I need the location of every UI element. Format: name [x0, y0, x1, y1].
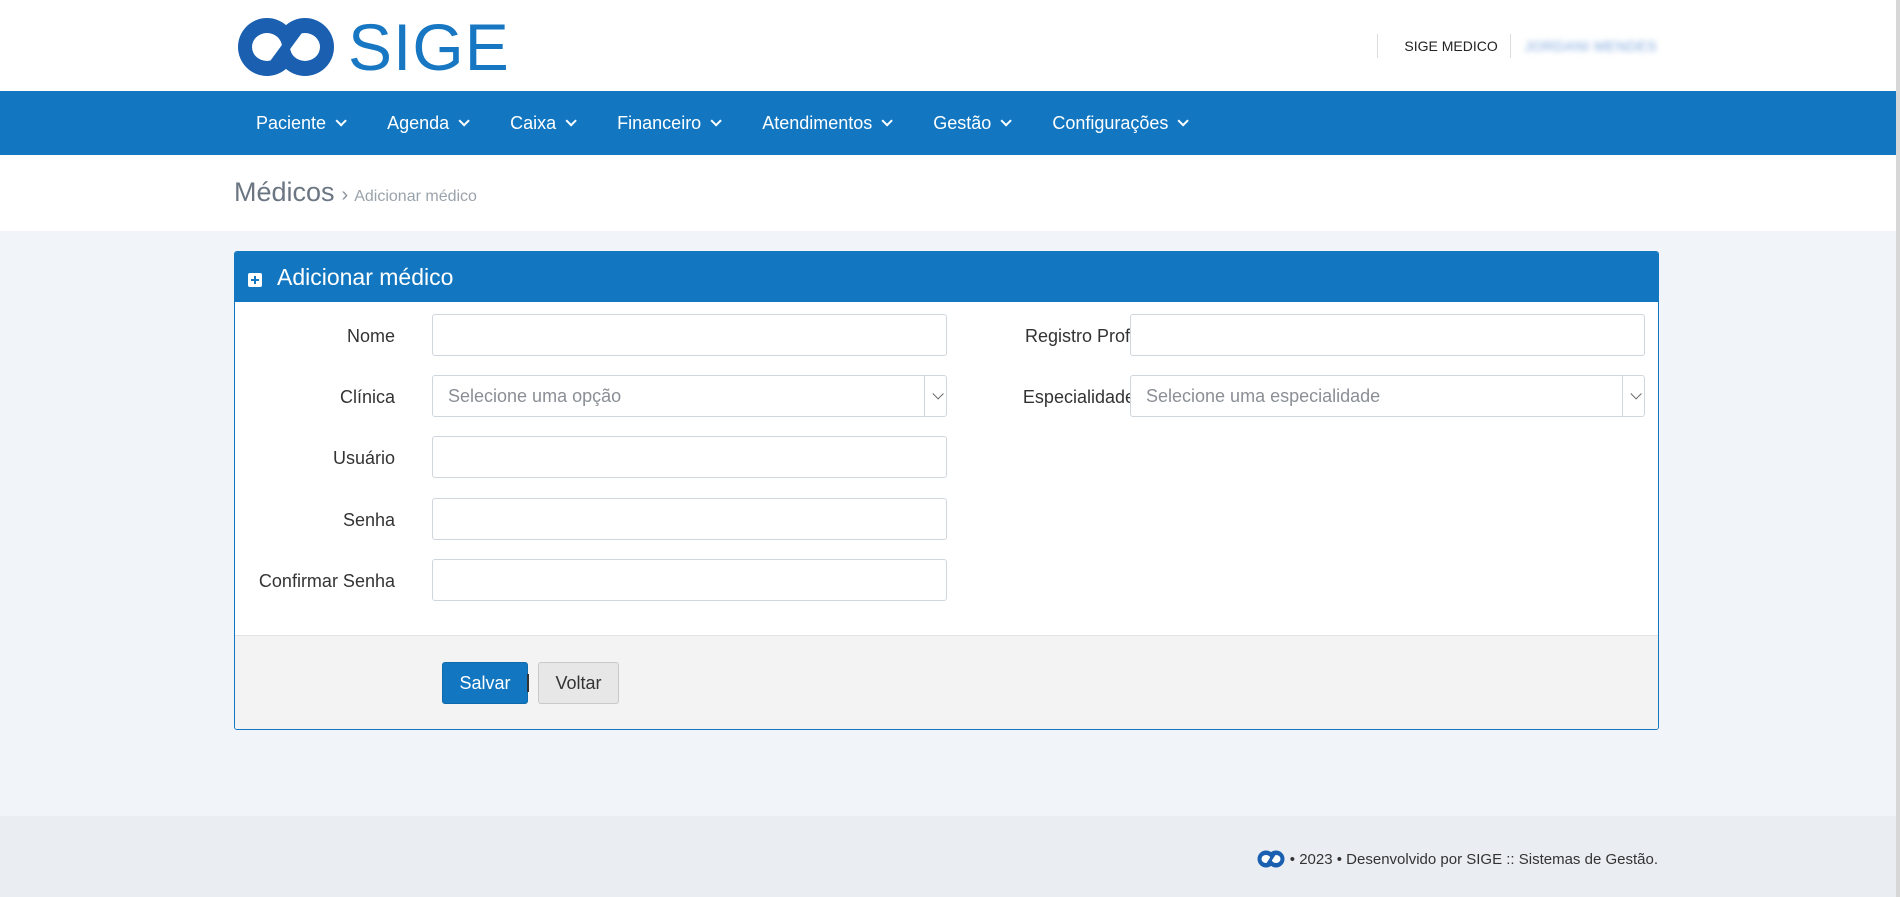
dropdown-toggle[interactable] — [1622, 376, 1644, 416]
sige-small-logo-icon — [1257, 850, 1285, 868]
text-cursor — [527, 674, 529, 692]
nav-item-paciente[interactable]: Paciente — [234, 91, 365, 155]
senha-input[interactable] — [432, 498, 947, 540]
footer-credits: • 2023 • Desenvolvido por SIGE :: Sistem… — [1256, 849, 1658, 869]
especialidade-placeholder: Selecione uma especialidade — [1146, 385, 1381, 406]
chevron-down-icon — [1629, 388, 1642, 400]
nav-item-caixa[interactable]: Caixa — [488, 91, 595, 155]
clinica-label: Clínica — [339, 387, 395, 407]
senha-label: Senha — [342, 510, 395, 530]
window-scrollbar[interactable] — [1896, 0, 1900, 897]
especialidade-label: Especialidade — [1022, 387, 1135, 407]
nav-item-atendimentos[interactable]: Atendimentos — [740, 91, 911, 155]
confirmar-senha-label: Confirmar Senha — [258, 571, 395, 591]
confirmar-senha-input[interactable] — [432, 559, 947, 601]
usuario-input[interactable] — [432, 436, 947, 478]
chevron-down-icon — [1000, 115, 1013, 127]
nav-label: Agenda — [387, 112, 450, 133]
breadcrumb-bar: Médicos › Adicionar médico — [0, 155, 1896, 231]
nav-label: Paciente — [256, 112, 327, 133]
back-button[interactable]: Voltar — [538, 662, 619, 704]
chevron-down-icon — [931, 388, 944, 400]
nome-label: Nome — [346, 326, 395, 346]
sige-logo[interactable]: SIGE — [234, 14, 510, 80]
usuario-label: Usuário — [332, 448, 395, 468]
panel-header: Adicionar médico — [235, 252, 1658, 302]
nav-label: Configurações — [1052, 112, 1169, 133]
clinica-select[interactable]: Selecione uma opção — [432, 375, 947, 417]
breadcrumb-separator-icon: › — [341, 184, 349, 206]
nav-label: Gestão — [933, 112, 992, 133]
company-name[interactable]: SIGE MEDICO — [1378, 38, 1509, 54]
user-name[interactable]: JORDANI MENDES — [1511, 38, 1657, 54]
nav-item-agenda[interactable]: Agenda — [365, 91, 488, 155]
chevron-down-icon — [335, 115, 347, 127]
sige-logo-icon — [238, 18, 334, 76]
nav-items: Paciente Agenda Caixa Financeiro Atendim… — [234, 91, 1207, 155]
chevron-down-icon — [565, 115, 577, 127]
page: SIGE SIGE MEDICO JORDANI MENDES Paciente… — [0, 0, 1896, 897]
panel-body: Nome Clínica Selecione uma opção Usuário… — [235, 302, 1658, 635]
main-navbar: Paciente Agenda Caixa Financeiro Atendim… — [0, 91, 1896, 155]
chevron-down-icon — [881, 115, 894, 127]
page-title[interactable]: Médicos — [234, 177, 335, 208]
chevron-down-icon — [710, 115, 722, 127]
panel-title: Adicionar médico — [277, 263, 454, 290]
top-header: SIGE SIGE MEDICO JORDANI MENDES — [0, 0, 1896, 91]
nome-input[interactable] — [432, 314, 947, 356]
nav-item-gestao[interactable]: Gestão — [911, 91, 1030, 155]
nav-item-configuracoes[interactable]: Configurações — [1030, 91, 1207, 155]
nav-item-financeiro[interactable]: Financeiro — [595, 91, 740, 155]
add-doctor-panel: Adicionar médico Nome Clínica Selecione … — [234, 251, 1659, 730]
save-button[interactable]: Salvar — [442, 662, 528, 704]
plus-square-icon — [248, 273, 262, 287]
breadcrumb: Médicos › Adicionar médico — [234, 177, 477, 208]
clinica-placeholder: Selecione uma opção — [448, 385, 622, 406]
footer-text: • 2023 • Desenvolvido por SIGE :: Sistem… — [1289, 850, 1658, 868]
chevron-down-icon — [458, 115, 470, 127]
chevron-down-icon — [1177, 115, 1190, 127]
dropdown-toggle[interactable] — [924, 376, 946, 416]
registro-input[interactable] — [1130, 314, 1645, 356]
top-right-area: SIGE MEDICO JORDANI MENDES — [1377, 34, 1657, 58]
nav-label: Atendimentos — [762, 112, 873, 133]
nav-label: Financeiro — [617, 112, 702, 133]
especialidade-select[interactable]: Selecione uma especialidade — [1130, 375, 1645, 417]
nav-label: Caixa — [510, 112, 557, 133]
registro-label: Registro Prof. — [1024, 326, 1135, 346]
breadcrumb-current: Adicionar médico — [354, 188, 477, 205]
panel-footer: Salvar Voltar — [235, 635, 1658, 729]
page-footer: • 2023 • Desenvolvido por SIGE :: Sistem… — [0, 816, 1896, 897]
logo-text: SIGE — [348, 10, 510, 84]
